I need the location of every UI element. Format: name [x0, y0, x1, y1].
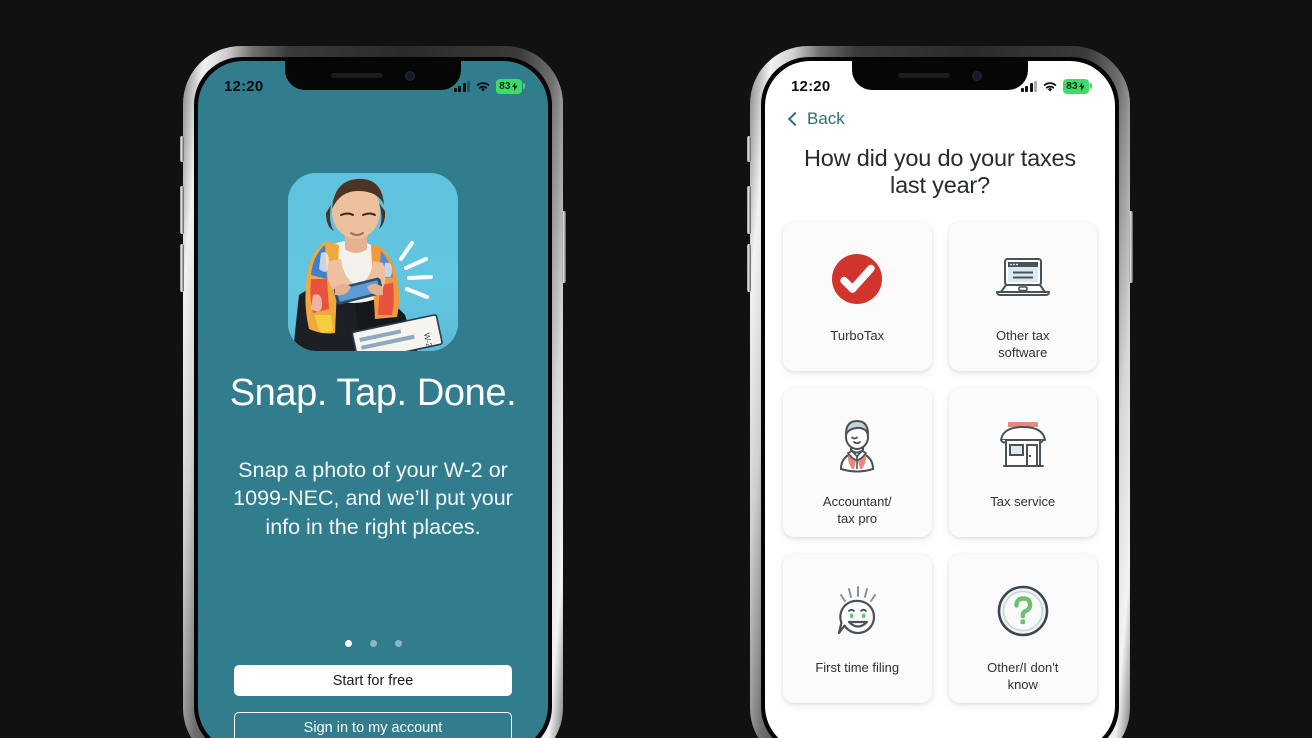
right-phone-bezel: 12:20 83 Back How did you do your taxes … [761, 57, 1119, 738]
start-for-free-button[interactable]: Start for free [234, 665, 512, 696]
options-grid: TurboTax Other tax software Accountant/ … [783, 221, 1097, 703]
back-button-label: Back [807, 109, 845, 128]
w2-document-icon: W-2 [351, 314, 443, 351]
option-card-tax-service[interactable]: Tax service [948, 387, 1097, 537]
status-time: 12:20 [224, 77, 264, 95]
person-professional-icon [829, 414, 885, 476]
status-time: 12:20 [791, 77, 831, 95]
sign-in-button[interactable]: Sign in to my account [234, 712, 512, 738]
pagination-dot-1[interactable] [344, 640, 352, 647]
option-label: Tax service [990, 493, 1056, 509]
option-label: Other/I don't know [987, 659, 1059, 692]
screenshot-stage: 12:20 83 W-2 Snap. Tap. Done. Snap a pho… [0, 0, 1312, 738]
question-mark-circle-icon [994, 580, 1052, 642]
pagination-dots [198, 640, 548, 647]
front-camera [405, 70, 415, 81]
power-button[interactable] [1129, 211, 1133, 283]
option-label: First time filing [815, 659, 900, 675]
left-phone-device: 12:20 83 W-2 Snap. Tap. Done. Snap a pho… [180, 46, 566, 738]
smiley-speech-bubble-icon [828, 580, 886, 642]
notch [285, 61, 461, 90]
cta-button-group: Start for free Sign in to my account [234, 665, 512, 738]
battery-charging-icon: 83 [496, 78, 525, 94]
front-camera [972, 70, 982, 81]
option-label: Accountant/ tax pro [822, 493, 892, 526]
option-label: TurboTax [830, 327, 885, 343]
option-card-turbotax[interactable]: TurboTax [783, 221, 932, 371]
storefront-icon [993, 414, 1053, 476]
battery-charging-icon: 83 [1063, 78, 1092, 94]
wifi-icon [475, 80, 491, 92]
right-phone-screen: 12:20 83 Back How did you do your taxes … [765, 61, 1115, 738]
hero-image-card: W-2 [288, 173, 458, 351]
mute-switch[interactable] [180, 136, 184, 162]
option-card-accountant-tax-pro[interactable]: Accountant/ tax pro [783, 387, 932, 537]
right-phone-device: 12:20 83 Back How did you do your taxes … [747, 46, 1133, 738]
back-button[interactable]: Back [787, 109, 1115, 129]
power-button[interactable] [562, 211, 566, 283]
volume-up-button[interactable] [747, 186, 751, 234]
page-title: How did you do your taxes last year? [804, 145, 1076, 199]
volume-down-button[interactable] [747, 244, 751, 292]
earpiece-speaker [331, 73, 383, 78]
volume-up-button[interactable] [180, 186, 184, 234]
pagination-dot-3[interactable] [394, 640, 402, 647]
turbotax-check-circle-icon [828, 248, 886, 310]
mute-switch[interactable] [747, 136, 751, 162]
earpiece-speaker [898, 73, 950, 78]
option-label: Other tax software [996, 327, 1050, 360]
option-card-other-tax-software[interactable]: Other tax software [948, 221, 1097, 371]
battery-level: 83 [1066, 80, 1078, 92]
battery-level: 83 [499, 80, 511, 92]
pagination-dot-2[interactable] [369, 640, 377, 647]
left-phone-bezel: 12:20 83 W-2 Snap. Tap. Done. Snap a pho… [194, 57, 552, 738]
page-subcopy: Snap a photo of your W-2 or 1099-NEC, an… [233, 458, 513, 539]
notch [852, 61, 1028, 90]
page-title: Snap. Tap. Done. [229, 372, 517, 414]
chevron-left-icon [787, 111, 803, 127]
volume-down-button[interactable] [180, 244, 184, 292]
option-card-other-i-dont-know[interactable]: Other/I don't know [948, 553, 1097, 703]
wifi-icon [1042, 80, 1058, 92]
laptop-icon [992, 248, 1054, 310]
option-card-first-time-filing[interactable]: First time filing [783, 553, 932, 703]
left-phone-screen: 12:20 83 W-2 Snap. Tap. Done. Snap a pho… [198, 61, 548, 738]
